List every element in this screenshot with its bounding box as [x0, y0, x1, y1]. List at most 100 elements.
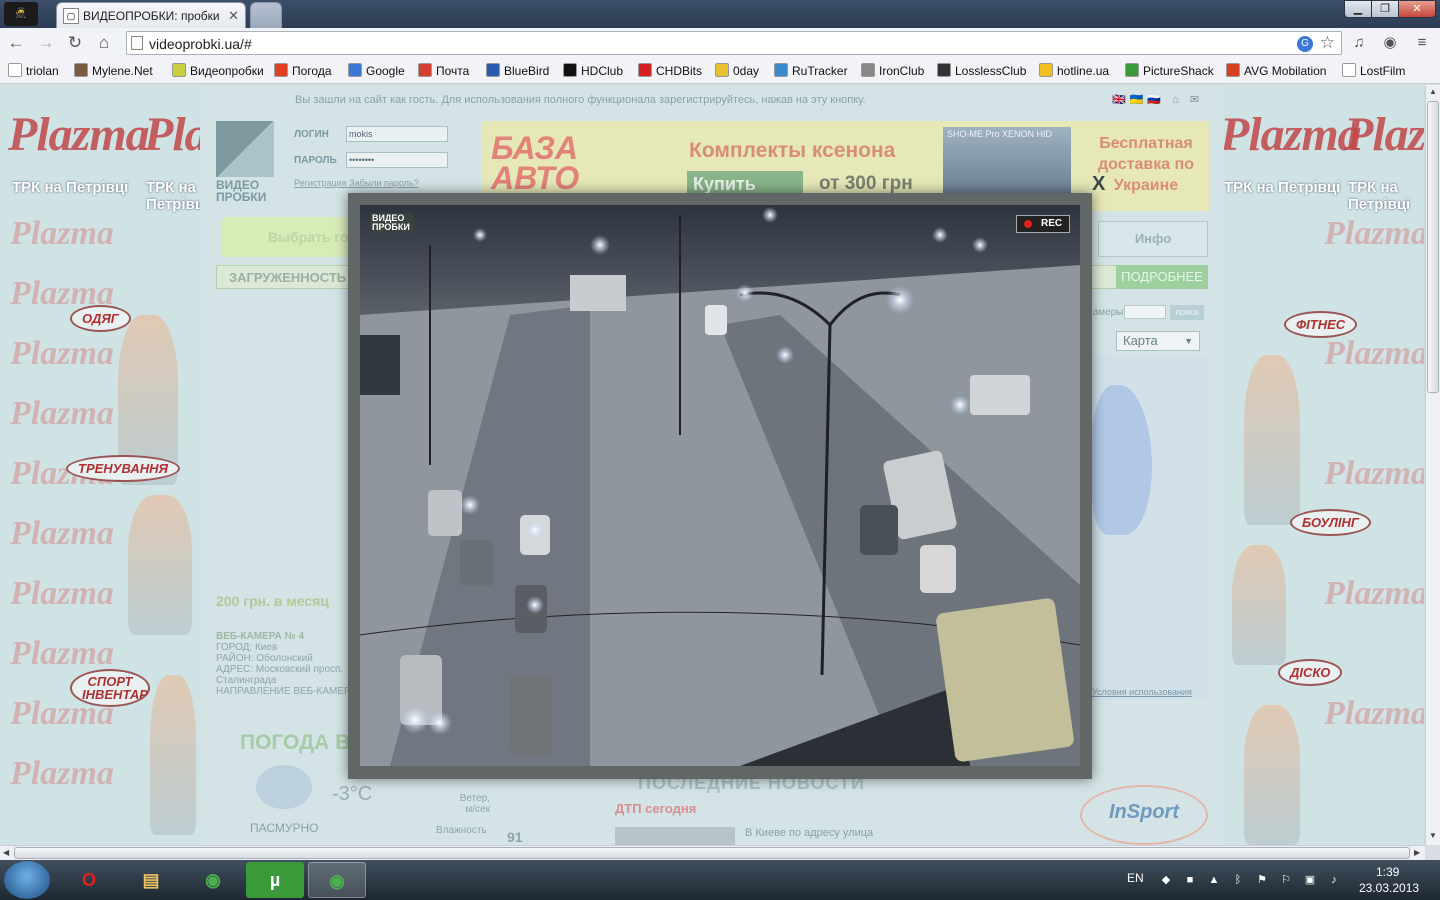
ad-brand-faded: Plazma	[10, 515, 114, 552]
ad-brand: Plazma	[1344, 108, 1424, 161]
ad-brand-faded: Plazma	[1324, 215, 1424, 252]
profile-avatar-icon[interactable]: 🥷	[4, 2, 38, 26]
bookmark-item[interactable]: Mylene.Net	[74, 62, 153, 80]
bookmark-item[interactable]: BlueBird	[486, 62, 549, 80]
register-link[interactable]: Регистрация	[294, 178, 347, 188]
bookmark-star-icon[interactable]: ☆	[1320, 33, 1335, 53]
minimize-button[interactable]: ▁	[1344, 0, 1372, 18]
ad-left-plazma[interactable]: Plazma Plazma ТРК на Петрівці ТРК на Пет…	[0, 85, 200, 845]
tab-close-icon[interactable]: ✕	[228, 8, 239, 24]
bookmark-item[interactable]: PictureShack	[1125, 62, 1214, 80]
reload-icon[interactable]: ↻	[64, 32, 86, 54]
ad-right-plazma[interactable]: Plazma Plazma ТРК на Петрівці ТРК на Пет…	[1224, 85, 1424, 845]
news-thumbnail[interactable]	[615, 827, 735, 845]
utorrent-taskbar-icon[interactable]: µ	[246, 862, 304, 898]
bookmark-item[interactable]: LostFilm	[1342, 62, 1405, 80]
ad-bubble-fitness: ФІТНЕС	[1284, 311, 1358, 338]
bookmark-item[interactable]: Погода	[274, 62, 332, 80]
camera-info-line: Сталинграда	[216, 675, 277, 686]
load-label: ЗАГРУЖЕННОСТЬ	[229, 270, 347, 285]
clock-time[interactable]: 1:39	[1376, 865, 1399, 879]
restore-button[interactable]: ❐	[1371, 0, 1399, 18]
tray-app-icon[interactable]: ■	[1183, 873, 1197, 887]
chrome-taskbar-icon[interactable]: ◉	[184, 862, 242, 898]
address-bar[interactable]: videoprobki.ua/# G ☆	[126, 31, 1342, 55]
password-input[interactable]: ••••••••	[346, 152, 448, 168]
guest-notice[interactable]: Вы зашли на сайт как гость. Для использо…	[295, 94, 866, 106]
url-text[interactable]: videoprobki.ua/#	[149, 36, 252, 52]
accidents-today-link[interactable]: ДТП сегодня	[615, 801, 696, 816]
tab-info[interactable]: Инфо	[1098, 221, 1208, 257]
forgot-password-link[interactable]: Забыли пароль?	[349, 178, 418, 188]
bookmark-item[interactable]: LosslessClub	[937, 62, 1026, 80]
close-window-button[interactable]: ✕	[1398, 0, 1436, 18]
bookmark-item[interactable]: 0day	[715, 62, 759, 80]
bookmark-favicon-icon	[715, 63, 729, 77]
camera-search-input[interactable]	[1124, 305, 1166, 319]
map-type-select[interactable]: Карта ▼	[1116, 331, 1200, 351]
extension-speaker-icon[interactable]: ♫	[1349, 33, 1369, 53]
bookmark-item[interactable]: triolan	[8, 62, 59, 80]
horizontal-scrollbar[interactable]: ◀ ▶	[0, 845, 1425, 860]
bookmark-label: LosslessClub	[955, 64, 1027, 78]
clock-date[interactable]: 23.03.2013	[1359, 881, 1419, 895]
bookmark-item[interactable]: AVG Mobilation	[1226, 62, 1326, 80]
bookmark-item[interactable]: IronClub	[861, 62, 924, 80]
start-button[interactable]	[4, 861, 50, 899]
insport-ad[interactable]: InSport	[1080, 785, 1208, 845]
tab-title: ВИДЕОПРОБКИ: пробки	[83, 9, 220, 23]
camera-search-button[interactable]: поиск	[1170, 305, 1204, 320]
login-input[interactable]: mokis	[346, 126, 448, 142]
back-arrow-icon[interactable]: ←	[5, 32, 27, 54]
new-tab-button[interactable]	[250, 2, 282, 28]
menu-icon[interactable]: ≡	[1412, 33, 1432, 53]
bluetooth-icon[interactable]: ᛒ	[1231, 873, 1245, 887]
window-titlebar: 🥷 ▢ ВИДЕОПРОБКИ: пробки ✕ ▁ ❐ ✕	[0, 0, 1440, 28]
forward-arrow-icon[interactable]: →	[35, 32, 57, 54]
webcam-video-frame[interactable]: ВИДЕО ПРОБКИ REC	[360, 205, 1080, 766]
action-center-flag-icon[interactable]: ⚑	[1255, 873, 1269, 887]
wind-label: Ветер, м/сек	[459, 793, 490, 815]
bookmark-item[interactable]: Почта	[418, 62, 469, 80]
language-flags[interactable]: 🇬🇧🇺🇦🇷🇺 ⌂ ✉	[1112, 93, 1203, 106]
horizontal-scroll-thumb[interactable]	[14, 847, 1410, 859]
bookmark-item[interactable]: RuTracker	[774, 62, 848, 80]
extension-globe-icon[interactable]: ◉	[1380, 33, 1400, 53]
tray-network-icon[interactable]: ▲	[1207, 873, 1221, 887]
ad-brand: Plazma	[8, 108, 150, 161]
chevron-down-icon: ▼	[1184, 336, 1193, 346]
bookmark-favicon-icon	[274, 63, 288, 77]
tab-videoprobki[interactable]: ▢ ВИДЕОПРОБКИ: пробки ✕	[56, 2, 246, 28]
volume-icon[interactable]: ♪	[1327, 873, 1341, 887]
search-engine-icon[interactable]: G	[1297, 36, 1313, 52]
home-icon[interactable]: ⌂	[93, 32, 115, 54]
scroll-up-icon[interactable]: ▲	[1429, 87, 1437, 96]
news-item-link[interactable]: В Киеве по адресу улица	[745, 827, 873, 839]
vertical-scrollbar[interactable]: ▲ ▼	[1425, 85, 1440, 845]
more-button[interactable]: ПОДРОБНЕЕ	[1116, 265, 1208, 289]
language-indicator[interactable]: EN	[1127, 871, 1144, 885]
ad-trk: ТРК на Петрівці	[146, 179, 200, 213]
tray-shield-icon[interactable]: ◆	[1159, 873, 1173, 887]
opera-taskbar-icon[interactable]: O	[60, 862, 118, 898]
bookmark-favicon-icon	[937, 63, 951, 77]
bookmark-item[interactable]: hotline.ua	[1039, 62, 1109, 80]
tray-flag-icon[interactable]: ⚐	[1279, 873, 1293, 887]
map-terms-link[interactable]: Условия использования	[1092, 687, 1192, 697]
bookmark-item[interactable]: CHDBits	[638, 62, 702, 80]
network-icon[interactable]: ▣	[1303, 873, 1317, 887]
rec-indicator: REC	[1016, 215, 1070, 233]
vertical-scroll-thumb[interactable]	[1427, 101, 1439, 393]
bookmark-item[interactable]: Видеопробки	[172, 62, 264, 80]
modal-close-button[interactable]: X	[1092, 173, 1105, 196]
explorer-taskbar-icon[interactable]: ▤	[122, 862, 180, 898]
bookmark-item[interactable]: HDClub	[563, 62, 623, 80]
bookmark-item[interactable]: Google	[348, 62, 405, 80]
webcam-snow-scene	[360, 205, 1080, 766]
scroll-left-icon[interactable]: ◀	[3, 848, 9, 857]
site-logo[interactable]: ВИДЕО ПРОБКИ	[216, 121, 274, 203]
scroll-down-icon[interactable]: ▼	[1429, 831, 1437, 840]
scroll-right-icon[interactable]: ▶	[1414, 848, 1420, 857]
city-map[interactable]	[1092, 355, 1208, 701]
chrome-active-taskbar-icon[interactable]: ◉	[308, 862, 366, 898]
